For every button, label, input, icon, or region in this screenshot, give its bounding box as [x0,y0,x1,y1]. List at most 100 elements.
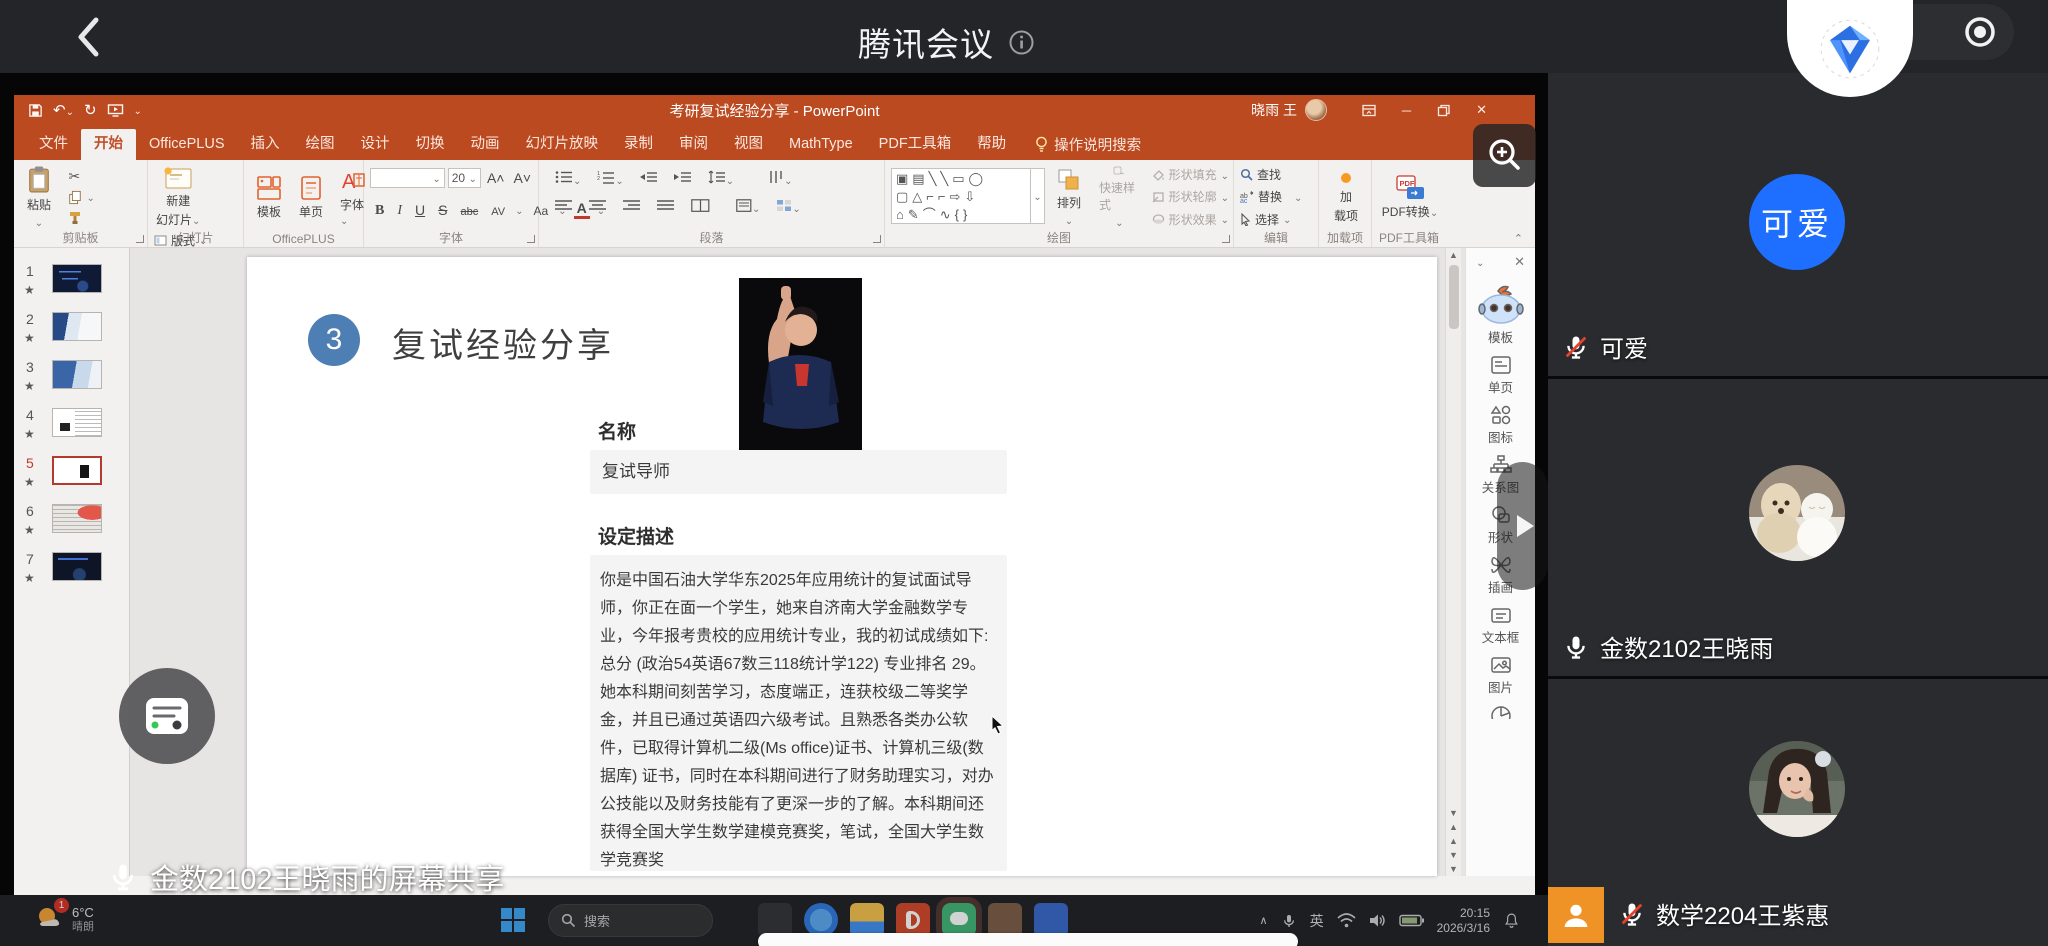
font-size-combobox[interactable]: 20 [448,168,481,188]
select-button[interactable]: 选择 [1240,210,1302,229]
expand-panel-handle[interactable] [1497,462,1548,590]
hidden-icons-chevron[interactable]: ∧ [1260,914,1268,927]
bold-button[interactable] [372,201,387,219]
find-button[interactable]: 查找 [1240,165,1302,184]
tell-me-search[interactable]: 操作说明搜索 [1035,129,1141,160]
tab-pdf-tools[interactable]: PDF工具箱 [866,129,965,160]
shadow-button[interactable] [435,202,450,218]
tab-view[interactable]: 视图 [721,129,776,160]
taskbar-search[interactable]: 搜索 [548,904,713,937]
decrease-indent-icon[interactable] [640,170,658,189]
single-page-button[interactable]: 单页 [292,165,330,229]
participant-tile-3[interactable]: 数学2204王紫惠 [1548,679,2048,943]
font-dialog-launcher[interactable] [527,235,535,243]
tray-mic-icon[interactable] [1281,912,1297,930]
tab-design[interactable]: 设计 [348,129,403,160]
participant-tile-1[interactable]: 可爱 可爱 [1548,73,2048,379]
align-right-icon[interactable] [623,199,641,217]
app-icon-7[interactable] [1034,903,1068,937]
app-icon-1[interactable] [758,903,792,937]
shape-outline-button[interactable]: 形状轮廓 [1152,187,1229,206]
sidebar-item-single-page[interactable]: 单页 [1466,355,1535,396]
shape-fill-button[interactable]: 形状填充 [1152,165,1229,184]
drawing-dialog-launcher[interactable] [1222,235,1230,243]
tab-transitions[interactable]: 切换 [403,129,458,160]
shapes-gallery[interactable]: ▣▤╲╲▭◯▢△⌐⌐⇨⇩⌂✎⌒∿{} [891,168,1031,224]
slide-thumbnail-7[interactable]: 7 [14,549,129,597]
character-spacing-button[interactable] [488,202,508,218]
app-icon-powerpoint[interactable] [896,903,930,937]
bullets-icon[interactable] [555,170,581,189]
back-button[interactable] [66,14,110,60]
record-button[interactable] [1960,12,2000,52]
app-icon-6[interactable] [988,903,1022,937]
app-icon-wechat[interactable] [942,903,976,937]
floating-caption-button[interactable] [119,668,215,764]
sidebar-item-chart[interactable] [1466,705,1535,719]
strikethrough-button[interactable] [457,202,481,218]
addins-button[interactable]: 加 载项 [1325,165,1367,229]
smartart-icon[interactable] [776,199,800,217]
increase-font-icon[interactable]: A˄ [484,170,508,186]
horizontal-scrollbar[interactable] [758,933,1298,946]
numbering-icon[interactable]: 12 [597,170,623,189]
ribbon-display-options-icon[interactable] [1362,104,1376,117]
cut-button[interactable] [68,166,94,186]
italic-button[interactable] [394,201,405,219]
slide-thumbnail-5-selected[interactable]: 5 [14,453,129,501]
slide-thumbnail-1[interactable]: 1 [14,261,129,309]
close-button[interactable]: ✕ [1476,102,1487,118]
app-icon-folder[interactable] [850,903,884,937]
undo-icon[interactable]: ↶ [53,101,74,119]
slide-thumbnail-4[interactable]: 4 [14,405,129,453]
sidebar-item-image[interactable]: 图片 [1466,655,1535,696]
paste-button[interactable]: 粘贴 [20,165,58,229]
minimize-button[interactable]: ─ [1402,103,1411,118]
replace-button[interactable]: abac 替换 [1240,187,1302,206]
justify-icon[interactable] [657,199,675,217]
tab-file[interactable]: 文件 [26,129,81,160]
participant-tile-2[interactable]: 金数2102王晓雨 [1548,379,2048,679]
slide-canvas[interactable]: 3 复试经验分享 名称 复试导师 设定描述 [247,257,1437,876]
tab-review[interactable]: 审阅 [666,129,721,160]
scrollbar-thumb[interactable] [1449,265,1459,329]
tab-animations[interactable]: 动画 [458,129,513,160]
align-center-icon[interactable] [589,199,607,217]
weather-widget[interactable]: 1 6°C 晴朗 [34,902,94,937]
text-direction-icon[interactable] [768,170,792,189]
collapse-ribbon-icon[interactable]: ⌃ [1514,232,1523,245]
columns-icon[interactable] [691,199,710,217]
tab-mathtype[interactable]: MathType [776,129,866,160]
format-painter-button[interactable] [68,208,94,228]
scroll-up-icon[interactable]: ▲ [1449,248,1458,262]
tab-home[interactable]: 开始 [81,129,136,160]
tab-insert[interactable]: 插入 [238,129,293,160]
battery-icon[interactable] [1399,914,1424,927]
align-text-icon[interactable] [736,199,760,217]
pdf-convert-button[interactable]: PDF PDF转换 [1378,165,1442,229]
arrange-button[interactable]: 排列 [1051,165,1087,229]
decrease-font-icon[interactable]: A˅ [510,170,534,186]
underline-button[interactable] [412,202,428,218]
sidebar-item-template[interactable]: 模板 [1466,285,1535,346]
tab-draw[interactable]: 绘图 [293,129,348,160]
sidebar-item-textbox[interactable]: 文本框 [1466,605,1535,646]
start-button[interactable] [500,907,526,938]
restore-button[interactable] [1437,104,1450,117]
info-icon[interactable] [1008,29,1035,56]
start-slideshow-icon[interactable] [107,103,124,118]
quick-styles-button[interactable]: 快速样式 [1093,165,1146,229]
sidebar-collapse-icon[interactable] [1476,254,1484,270]
copy-button[interactable] [68,187,94,207]
slide-thumbnail-3[interactable]: 3 [14,357,129,405]
redo-icon[interactable]: ↻ [84,101,97,119]
paragraph-dialog-launcher[interactable] [873,235,881,243]
speaker-icon[interactable] [1369,913,1386,928]
ime-indicator[interactable]: 英 [1310,911,1324,931]
increase-indent-icon[interactable] [674,170,692,189]
account[interactable]: 晓雨 王 [1251,95,1327,125]
tab-slideshow[interactable]: 幻灯片放映 [513,129,612,160]
slide-thumbnail-6[interactable]: 6 [14,501,129,549]
sidebar-item-icons[interactable]: 图标 [1466,405,1535,446]
shape-effects-button[interactable]: 形状效果 [1152,210,1229,229]
